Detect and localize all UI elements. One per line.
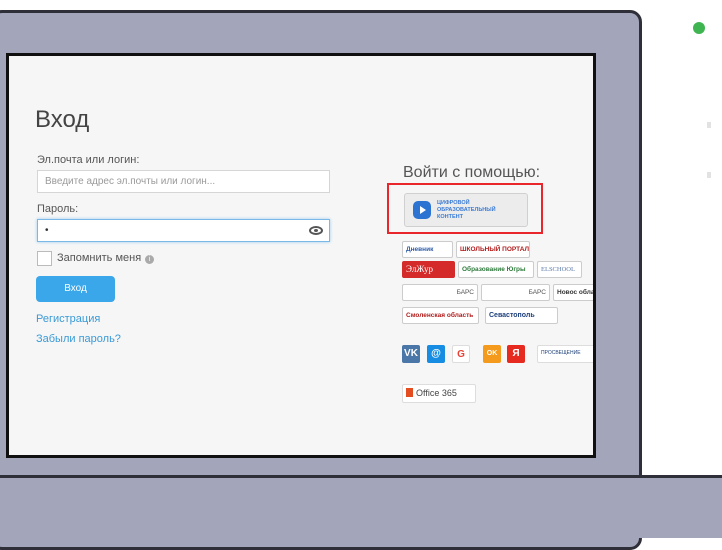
play-logo-icon — [413, 201, 431, 219]
vk-icon[interactable]: VK — [402, 345, 420, 363]
info-icon[interactable]: i — [145, 255, 155, 264]
status-dot — [693, 22, 705, 34]
email-placeholder: Введите адрес эл.почты или логин... — [45, 176, 216, 187]
provider-ugra[interactable]: Образование Югры — [458, 261, 534, 278]
cifra-provider-button[interactable]: ЦИФРОВОЙ ОБРАЗОВАТЕЛЬНЫЙ КОНТЕНТ — [404, 193, 528, 227]
email-field[interactable]: Введите адрес эл.почты или логин... — [37, 170, 330, 193]
yandex-icon[interactable]: Я — [507, 345, 525, 363]
remember-label: Запомнить меня i — [57, 252, 155, 264]
remember-text: Запомнить меня — [57, 252, 142, 264]
side-mark — [707, 122, 711, 128]
page-title: Вход — [35, 106, 90, 133]
login-screen: Вход Эл.почта или логин: Введите адрес э… — [6, 53, 596, 458]
provider-dnevnik[interactable]: Дневник — [402, 241, 453, 258]
password-value: • — [45, 225, 49, 236]
google-icon[interactable]: G — [452, 345, 470, 363]
password-label: Пароль: — [37, 203, 79, 215]
providers-heading: Войти с помощью: — [403, 164, 541, 181]
eye-icon[interactable] — [309, 226, 323, 235]
odnoklassniki-icon[interactable]: OK — [483, 345, 501, 363]
login-button[interactable]: Вход — [36, 276, 115, 302]
forgot-password-link[interactable]: Забыли пароль? — [36, 333, 121, 345]
provider-bars-1[interactable]: БАРС — [402, 284, 478, 301]
provider-school-portal[interactable]: ШКОЛЬНЫЙ ПОРТАЛ — [456, 241, 530, 258]
office-label: Office 365 — [416, 388, 457, 398]
cifra-label: ЦИФРОВОЙ ОБРАЗОВАТЕЛЬНЫЙ КОНТЕНТ — [437, 200, 496, 220]
provider-eljur[interactable]: ЭлЖур — [402, 261, 455, 278]
provider-novosibirsk[interactable]: Новос облас — [553, 284, 593, 301]
provider-office365[interactable]: Office 365 — [402, 384, 476, 403]
email-label: Эл.почта или логин: — [37, 154, 140, 166]
laptop-base — [0, 475, 722, 538]
side-mark — [707, 172, 711, 178]
provider-elschool[interactable]: ELSCHOOL — [537, 261, 582, 278]
mail-icon[interactable]: @ — [427, 345, 445, 363]
provider-smolensk[interactable]: Смоленская область — [402, 307, 479, 324]
provider-sevastopol[interactable]: Севастополь — [485, 307, 558, 324]
register-link[interactable]: Регистрация — [36, 313, 100, 325]
password-field[interactable]: • — [37, 219, 330, 242]
remember-checkbox[interactable] — [37, 251, 52, 266]
office-icon — [406, 388, 413, 397]
provider-bars-2[interactable]: БАРС — [481, 284, 550, 301]
provider-prosveshchenie[interactable]: ПРОСВЕЩЕНИЕ — [537, 345, 593, 363]
